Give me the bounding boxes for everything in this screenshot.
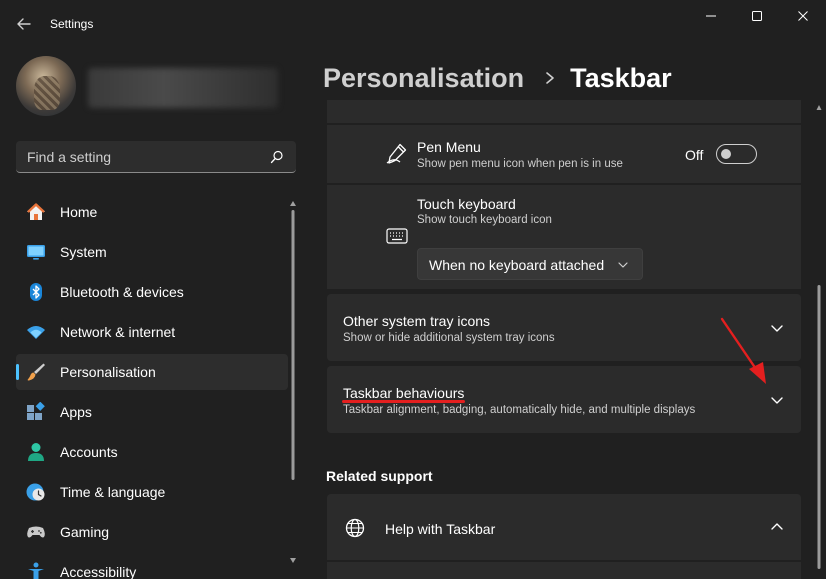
help-with-taskbar-title: Help with Taskbar — [385, 521, 496, 537]
close-icon — [798, 11, 808, 21]
sidebar-item-accessibility[interactable]: Accessibility — [16, 554, 288, 579]
main-scrollbar[interactable] — [815, 100, 823, 579]
pen-menu-toggle[interactable] — [716, 144, 757, 164]
wifi-icon — [27, 326, 45, 339]
sidebar-item-label: Accounts — [60, 444, 118, 460]
touch-keyboard-subtitle: Show touch keyboard icon — [417, 214, 552, 226]
breadcrumb: Personalisation Taskbar — [323, 58, 672, 98]
apps-icon — [27, 402, 45, 420]
system-icon — [27, 245, 45, 260]
related-support-heading: Related support — [326, 468, 433, 484]
sidebar-item-gaming[interactable]: Gaming — [16, 514, 288, 550]
chevron-up-icon[interactable] — [770, 520, 784, 534]
globe-icon — [345, 518, 365, 538]
sidebar-item-label: Apps — [60, 404, 92, 420]
close-button[interactable] — [780, 0, 826, 32]
sidebar-item-home[interactable]: Home — [16, 194, 288, 230]
maximize-button[interactable] — [734, 0, 780, 32]
help-links-card — [327, 562, 801, 579]
pen-icon — [386, 143, 407, 164]
sidebar-item-bluetooth[interactable]: Bluetooth & devices — [16, 274, 288, 310]
taskbar-behaviours-title: Taskbar behaviours — [343, 385, 465, 401]
minimize-button[interactable] — [688, 0, 734, 32]
sidebar-item-label: Home — [60, 204, 98, 220]
search-box[interactable] — [16, 141, 296, 173]
home-icon — [27, 203, 45, 220]
touch-keyboard-title: Touch keyboard — [417, 196, 516, 212]
pen-menu-toggle-state: Off — [685, 147, 704, 163]
previous-setting-card — [327, 100, 801, 123]
sidebar-item-label: Time & language — [60, 484, 166, 500]
bluetooth-icon — [30, 283, 42, 301]
profile-name-redacted — [88, 68, 278, 108]
annotation-arrow-icon — [720, 317, 766, 384]
touch-keyboard-dropdown[interactable]: When no keyboard attached — [417, 248, 643, 280]
chevron-right-icon — [546, 72, 554, 84]
search-icon — [270, 150, 283, 164]
sidebar-item-label: Bluetooth & devices — [60, 284, 184, 300]
chevron-down-icon[interactable] — [770, 393, 784, 407]
sidebar-nav: Home System Bluetooth & devices Network … — [16, 194, 288, 579]
avatar — [16, 56, 76, 116]
sidebar-item-time-language[interactable]: Time & language — [16, 474, 288, 510]
page-title: Taskbar — [570, 62, 672, 93]
other-tray-subtitle: Show or hide additional system tray icon… — [343, 332, 555, 344]
maximize-icon — [752, 11, 762, 21]
back-button[interactable] — [10, 10, 38, 38]
clock-globe-icon — [26, 483, 45, 501]
sidebar-item-system[interactable]: System — [16, 234, 288, 270]
user-profile[interactable] — [16, 56, 286, 120]
accessibility-icon — [28, 562, 44, 579]
person-icon — [28, 443, 44, 461]
sidebar-item-label: Accessibility — [60, 564, 137, 579]
gamepad-icon — [27, 526, 45, 538]
sidebar-item-network[interactable]: Network & internet — [16, 314, 288, 350]
breadcrumb-parent[interactable]: Personalisation — [323, 63, 524, 94]
arrow-left-icon — [17, 18, 31, 30]
app-title: Settings — [50, 17, 94, 31]
keyboard-icon — [386, 228, 408, 244]
other-tray-title: Other system tray icons — [343, 313, 491, 329]
chevron-down-icon[interactable] — [770, 321, 784, 335]
taskbar-behaviours-subtitle: Taskbar alignment, badging, automaticall… — [343, 404, 696, 416]
pen-menu-title: Pen Menu — [417, 139, 481, 155]
title-bar: Settings — [0, 0, 826, 48]
sidebar-item-apps[interactable]: Apps — [16, 394, 288, 430]
minimize-icon — [706, 15, 716, 17]
sidebar-item-personalisation[interactable]: Personalisation — [16, 354, 288, 390]
sidebar-item-label: System — [60, 244, 107, 260]
chevron-down-icon — [618, 262, 628, 268]
dropdown-selected-value: When no keyboard attached — [429, 257, 605, 273]
brush-icon — [27, 363, 45, 381]
sidebar-scrollbar[interactable] — [288, 196, 298, 568]
pen-menu-subtitle: Show pen menu icon when pen is in use — [417, 158, 623, 170]
annotation-underline — [342, 400, 465, 403]
sidebar-item-label: Gaming — [60, 524, 110, 540]
sidebar-item-accounts[interactable]: Accounts — [16, 434, 288, 470]
help-with-taskbar-row[interactable]: Help with Taskbar — [327, 494, 801, 560]
search-input[interactable] — [16, 141, 256, 172]
sidebar-item-label: Personalisation — [60, 364, 156, 380]
sidebar-item-label: Network & internet — [60, 324, 176, 340]
